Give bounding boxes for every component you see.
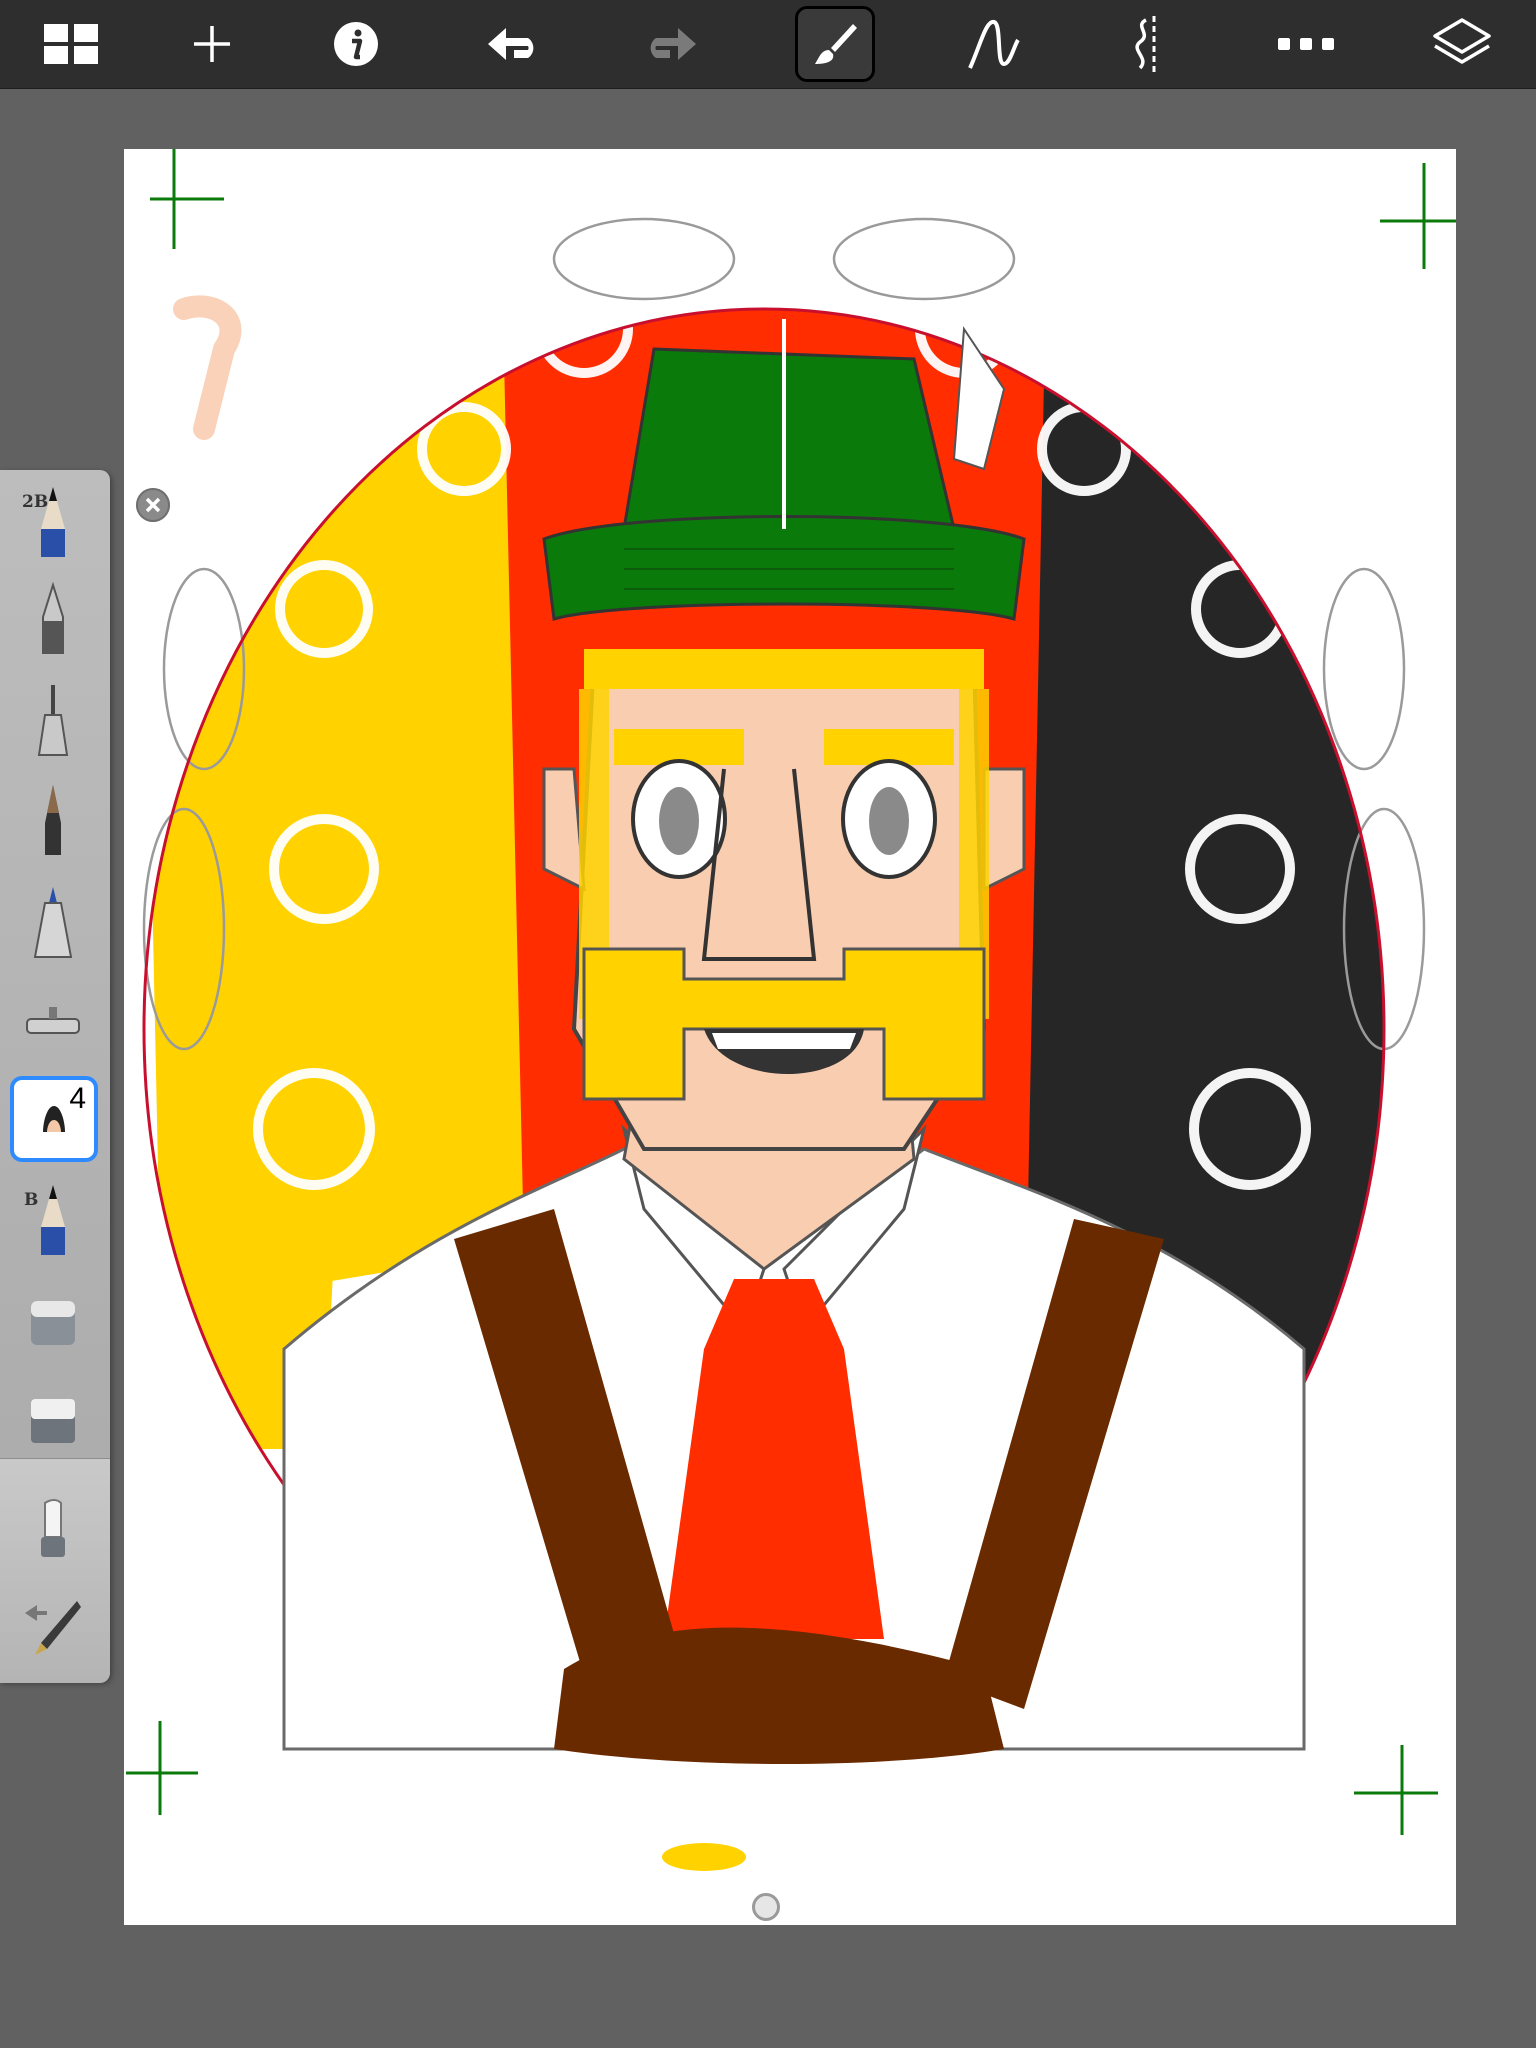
brush-tool[interactable] <box>8 980 98 1066</box>
stroke-button[interactable] <box>954 6 1034 82</box>
brush-icon <box>815 24 857 64</box>
eraser-icon <box>31 1301 75 1345</box>
brush-tool[interactable] <box>8 1378 98 1464</box>
brush-tool[interactable] <box>8 576 98 662</box>
undo-icon <box>488 28 534 60</box>
stroke-icon <box>968 20 1020 69</box>
blue-pencil-icon <box>41 1185 65 1255</box>
brush-tool-button[interactable] <box>795 6 875 82</box>
ink-pen-tool[interactable] <box>8 1582 98 1668</box>
ballpoint-pen-icon <box>42 581 64 654</box>
redo-button[interactable] <box>630 6 710 82</box>
smudge-icon <box>41 1499 65 1557</box>
tool-tag: 2B <box>22 492 49 512</box>
hard-eraser-icon <box>31 1399 75 1443</box>
artwork <box>126 149 1456 1871</box>
tool-tag: B <box>24 1190 39 1210</box>
paint-brush-icon <box>45 785 61 855</box>
smudge-tool[interactable] <box>8 1486 98 1572</box>
technical-pen-icon <box>37 685 69 756</box>
brush-tool[interactable] <box>8 880 98 966</box>
info-button[interactable] <box>316 6 396 82</box>
close-palette-button[interactable] <box>136 488 170 522</box>
marker-icon <box>33 887 73 958</box>
close-icon <box>145 497 161 513</box>
brush-tool-selected[interactable]: 4 <box>10 1076 98 1162</box>
plus-icon <box>194 26 230 62</box>
airbrush-icon <box>26 1007 80 1034</box>
ink-pen-icon <box>25 1601 81 1655</box>
redo-icon <box>650 28 696 60</box>
new-canvas-button[interactable] <box>172 6 252 82</box>
undo-button[interactable] <box>474 6 554 82</box>
brush-tool[interactable] <box>8 778 98 864</box>
more-icon <box>1278 38 1334 50</box>
brush-tool[interactable]: B <box>8 1178 98 1264</box>
gallery-button[interactable] <box>32 6 112 82</box>
info-icon <box>334 22 378 66</box>
brush-size-number: 4 <box>69 1082 86 1115</box>
layers-icon <box>1433 18 1491 64</box>
soft-brush-icon <box>43 1106 65 1132</box>
symmetry-icon <box>1135 16 1156 72</box>
more-button[interactable] <box>1266 6 1346 82</box>
symmetry-button[interactable] <box>1108 6 1188 82</box>
canvas-pivot-handle[interactable] <box>752 1893 780 1921</box>
brush-palette: 2B 4 B <box>0 470 110 1683</box>
drawing-canvas[interactable] <box>124 149 1456 1925</box>
brush-tool[interactable] <box>8 1280 98 1366</box>
grid-icon <box>44 24 98 64</box>
brush-tool[interactable]: 2B <box>8 480 98 566</box>
top-toolbar <box>0 0 1536 89</box>
layers-button[interactable] <box>1422 6 1502 82</box>
brush-tool[interactable] <box>8 678 98 764</box>
